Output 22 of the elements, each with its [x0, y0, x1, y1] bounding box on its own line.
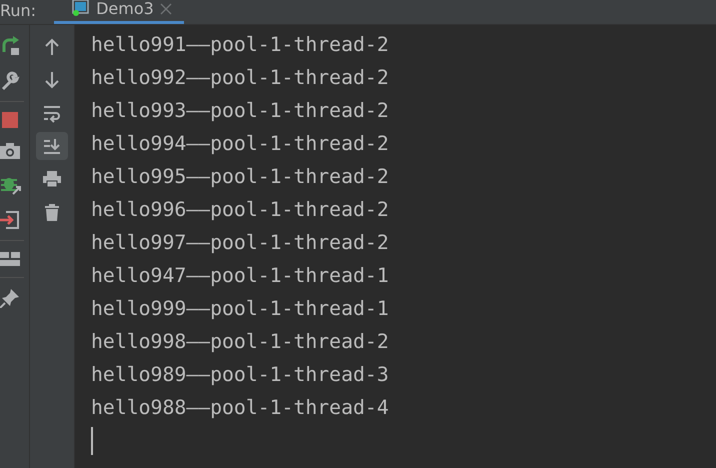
- layout-icon[interactable]: [0, 251, 20, 267]
- run-label: Run:: [0, 1, 38, 22]
- console-line: hello947——pool-1-thread-1: [91, 263, 389, 289]
- console-line: hello995——pool-1-thread-2: [91, 164, 389, 190]
- console-line: hello998——pool-1-thread-2: [91, 329, 389, 355]
- console-line: hello999——pool-1-thread-1: [91, 296, 389, 322]
- pin-icon[interactable]: [0, 288, 20, 308]
- rerun-icon[interactable]: [0, 35, 22, 57]
- console-line: hello997——pool-1-thread-2: [91, 230, 389, 256]
- console-line: hello988——pool-1-thread-4: [91, 395, 389, 421]
- exit-icon[interactable]: [0, 210, 20, 230]
- run-tab[interactable]: Demo3: [54, 0, 184, 24]
- window-icon: [72, 0, 90, 16]
- scroll-end-icon[interactable]: [36, 132, 68, 160]
- console-line: hello993——pool-1-thread-2: [91, 98, 389, 124]
- console-line: hello996——pool-1-thread-2: [91, 197, 389, 223]
- console-line: hello991——pool-1-thread-2: [91, 32, 389, 58]
- wrench-icon[interactable]: [0, 71, 20, 91]
- console-line: hello989——pool-1-thread-3: [91, 362, 389, 388]
- console-line: hello992——pool-1-thread-2: [91, 65, 389, 91]
- console-line: hello994——pool-1-thread-2: [91, 131, 389, 157]
- camera-icon[interactable]: [0, 142, 20, 160]
